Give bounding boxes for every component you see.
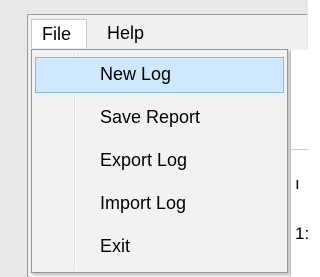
menu-item-save-report[interactable]: Save Report: [35, 100, 284, 136]
menu-file[interactable]: File: [31, 19, 87, 48]
menu-bar: File Help: [28, 15, 306, 49]
menu-item-new-log[interactable]: New Log: [35, 57, 284, 93]
menu-item-label: Exit: [100, 236, 131, 256]
menu-item-export-log[interactable]: Export Log: [35, 143, 284, 179]
menu-item-import-log[interactable]: Import Log: [35, 186, 284, 222]
menu-item-exit[interactable]: Exit: [35, 229, 284, 265]
menu-item-label: Import Log: [100, 193, 187, 213]
menu-item-label: New Log: [100, 64, 172, 84]
background-divider: [291, 149, 309, 150]
application-window: File Help ı 1: New Log Save Report Expor…: [0, 0, 309, 277]
background-content: ı 1:: [290, 50, 309, 277]
file-dropdown-menu: New Log Save Report Export Log Import Lo…: [31, 49, 288, 273]
menu-item-label: Save Report: [100, 107, 201, 127]
menu-item-label: Export Log: [100, 150, 188, 170]
background-text-peek: ı: [295, 174, 300, 193]
background-text-peek: 1:: [295, 224, 310, 243]
menu-help[interactable]: Help: [98, 19, 153, 47]
